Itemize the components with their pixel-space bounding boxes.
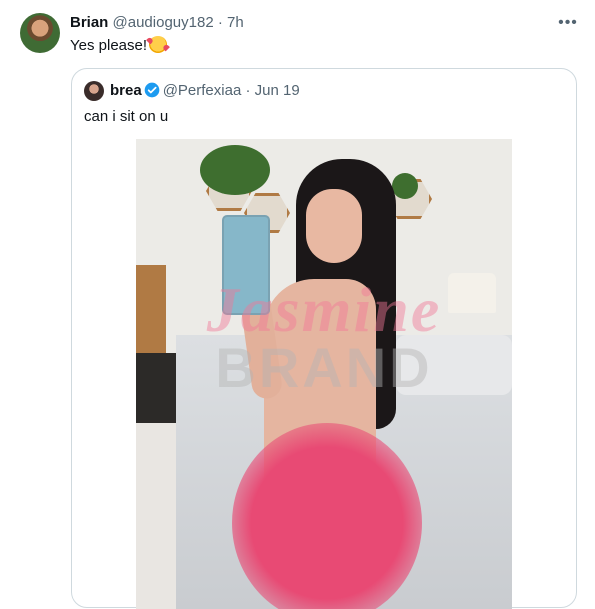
tweet-text: Yes please! — [70, 36, 168, 56]
separator-dot: · — [217, 14, 223, 31]
smiling-face-with-hearts-icon — [149, 36, 168, 53]
more-horizontal-icon[interactable]: ••• — [557, 12, 579, 34]
quoted-tweet[interactable]: brea @Perfexiaa · Jun 19 can i sit on u J… — [71, 68, 577, 609]
author-handle[interactable]: @audioguy182 — [113, 14, 214, 31]
quoted-author-name[interactable]: brea — [110, 82, 142, 99]
quoted-separator-dot: · — [245, 82, 251, 99]
plant — [392, 173, 418, 199]
quoted-author-handle[interactable]: @Perfexiaa — [163, 82, 242, 99]
censor-blur — [232, 423, 422, 609]
avatar[interactable] — [20, 13, 60, 53]
quoted-tweet-header: brea @Perfexiaa · Jun 19 — [110, 81, 300, 101]
quoted-date[interactable]: Jun 19 — [255, 82, 300, 99]
quoted-avatar[interactable] — [84, 81, 104, 101]
tweet-header: Brian @audioguy182 · 7h — [70, 13, 244, 33]
person-face — [306, 189, 362, 263]
verified-badge-icon — [144, 82, 160, 98]
plant — [200, 145, 270, 195]
author-name[interactable]: Brian — [70, 14, 108, 31]
watermark-brand-text: BRAND — [215, 336, 433, 399]
quoted-media-image[interactable]: Jasmine BRAND — [136, 139, 512, 609]
timestamp[interactable]: 7h — [227, 14, 244, 31]
quoted-tweet-text: can i sit on u — [84, 108, 169, 125]
tweet-text-content: Yes please! — [70, 37, 148, 54]
